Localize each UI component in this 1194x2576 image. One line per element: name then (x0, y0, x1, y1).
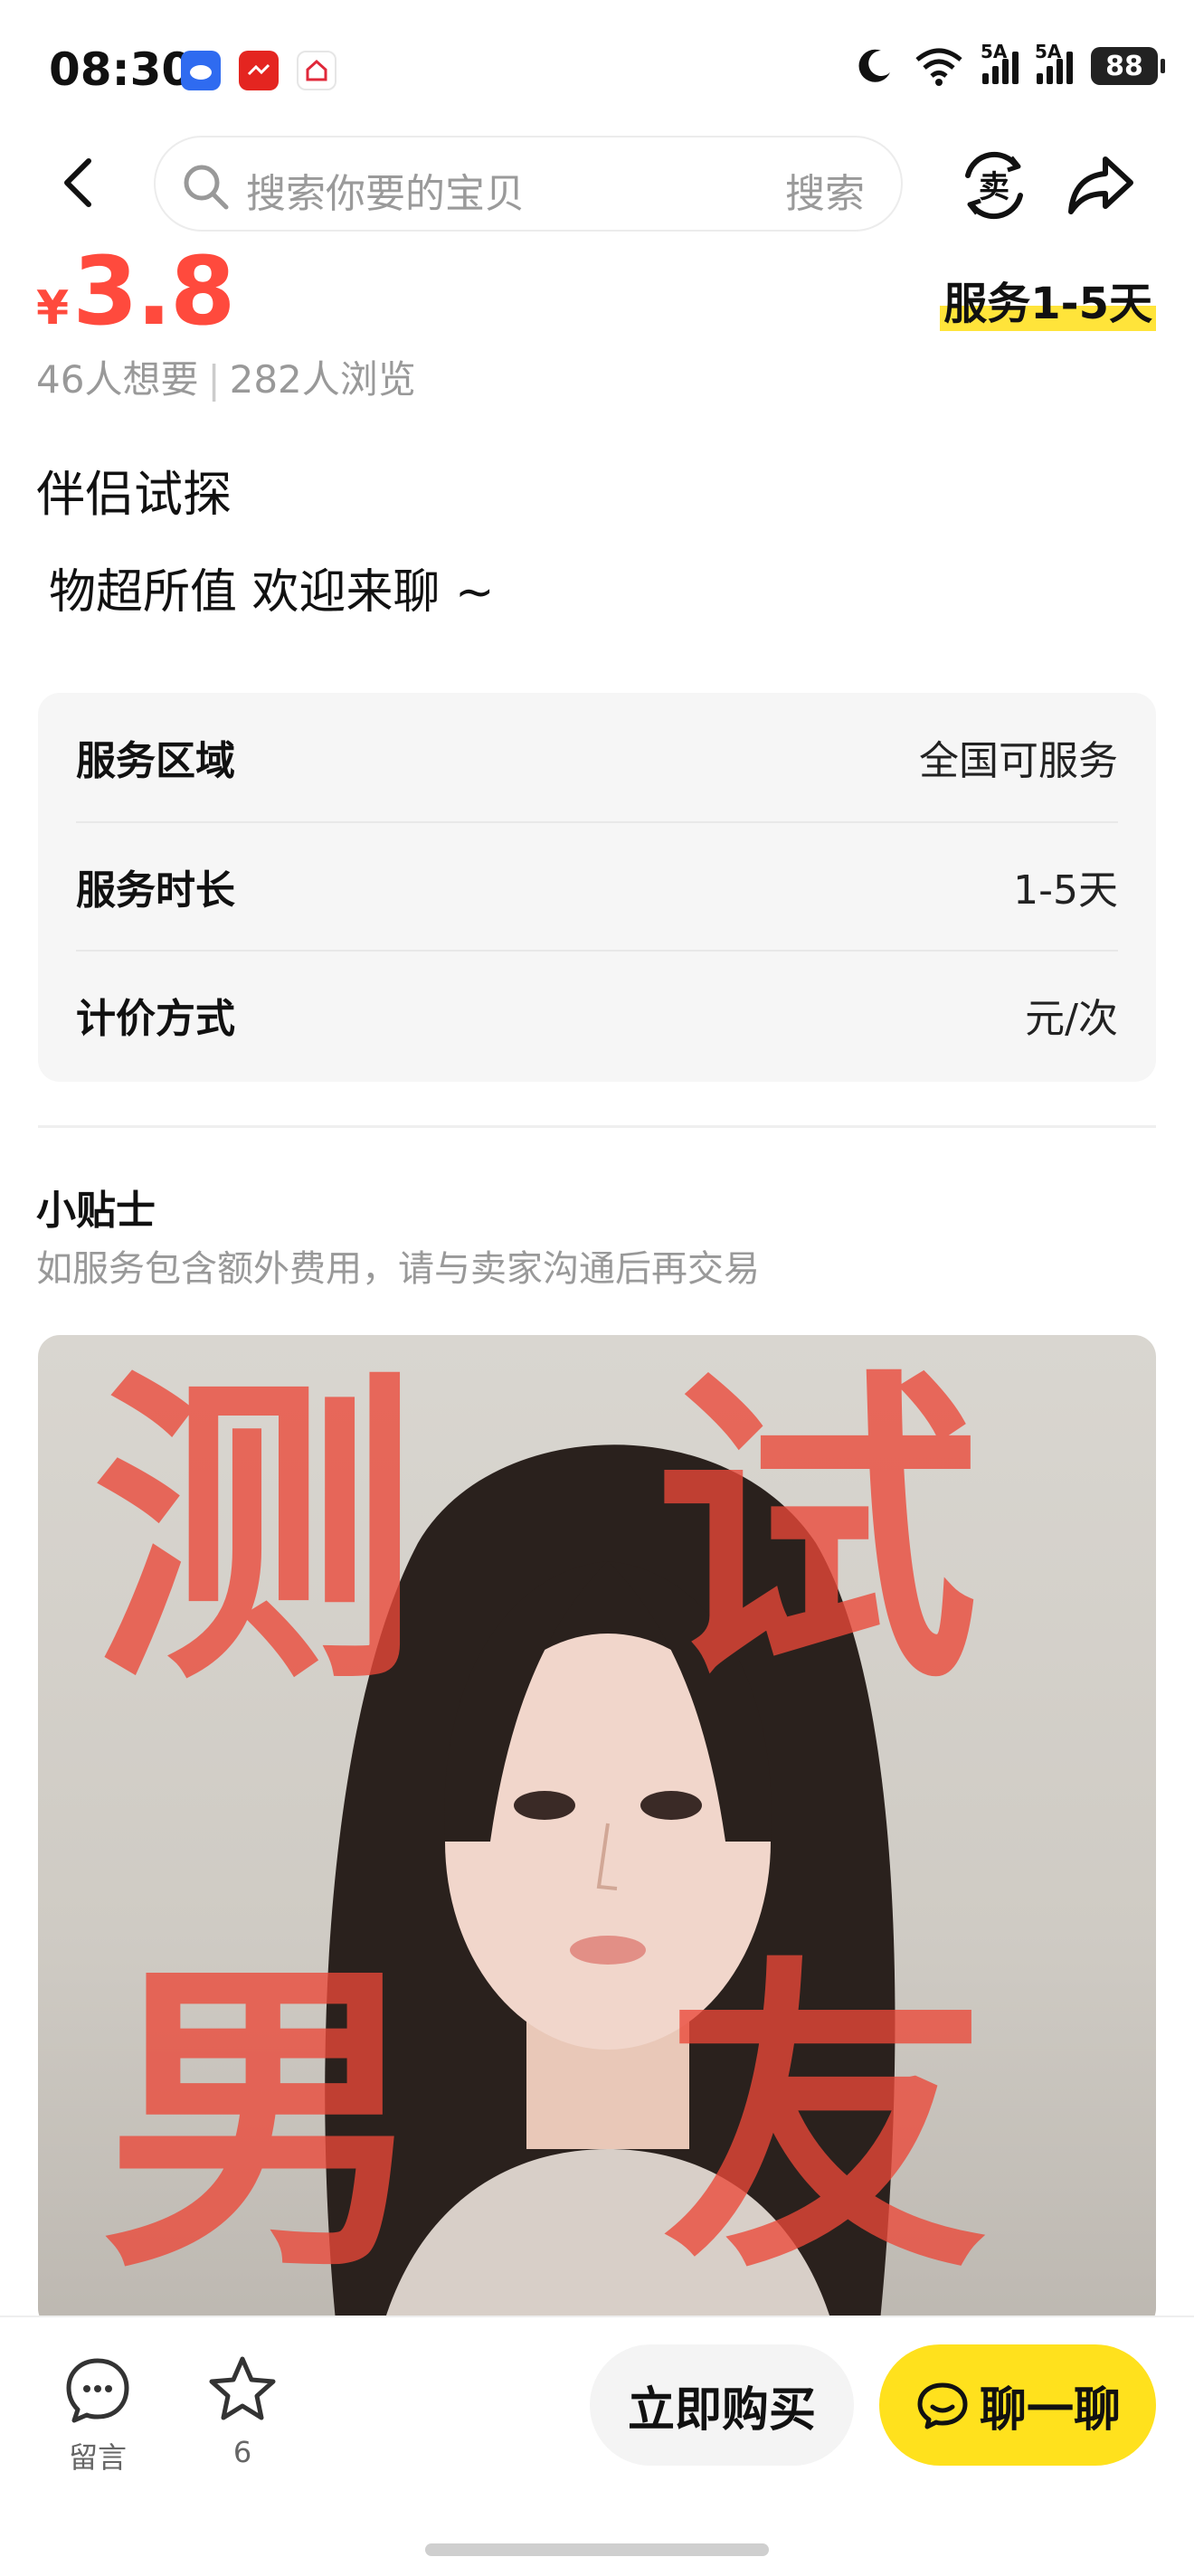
favorite-count: 6 (232, 2435, 252, 2469)
comment-button[interactable]: 留言 (43, 2353, 152, 2477)
home-indicator[interactable] (425, 2543, 769, 2556)
status-bar: 08:30 5A 5A 88 (0, 0, 1194, 136)
comment-label: 留言 (68, 2440, 127, 2475)
signal-icon-2: 5A (1035, 41, 1073, 84)
info-value: 元/次 (1025, 996, 1118, 1042)
watermark-char: 友 (662, 1932, 988, 2311)
battery-icon: 88 (1091, 47, 1165, 85)
chat-button[interactable]: 聊一聊 (879, 2344, 1156, 2466)
share-icon[interactable] (1067, 154, 1134, 217)
moon-icon (858, 49, 890, 82)
notification-icons (181, 51, 336, 90)
info-value: 1-5天 (1013, 867, 1118, 914)
tips-title: 小贴士 (36, 1188, 156, 1234)
service-info-card: 服务区域 全国可服务 服务时长 1-5天 计价方式 元/次 (38, 693, 1156, 1082)
tips-text: 如服务包含额外费用，请与卖家沟通后再交易 (36, 1248, 760, 1290)
search-icon (184, 165, 229, 210)
info-key: 计价方式 (76, 996, 235, 1042)
info-row-pricing: 计价方式 元/次 (76, 950, 1118, 1078)
watermark-char: 试 (653, 1344, 979, 1723)
status-time: 08:30 (49, 43, 194, 96)
views-count: 282人浏览 (229, 357, 416, 402)
product-title: 伴侣试探 (36, 466, 232, 523)
product-stats: 46人想要 | 282人浏览 (36, 357, 416, 402)
watermark-char: 测 (92, 1344, 418, 1723)
svg-text:卖: 卖 (979, 169, 1009, 205)
info-key: 服务时长 (76, 867, 235, 914)
price-value: 3.8 (72, 236, 235, 346)
bottom-action-bar: 留言 6 立即购买 聊一聊 (0, 2316, 1194, 2576)
section-divider (38, 1125, 1156, 1128)
info-key: 服务区域 (76, 738, 235, 784)
buy-now-button[interactable]: 立即购买 (590, 2344, 854, 2466)
cloud-app-icon (181, 51, 221, 90)
red-app-icon (239, 51, 279, 90)
chat-icon (917, 2382, 968, 2429)
price: ¥ 3.8 (36, 236, 235, 346)
wants-count: 46人想要 (36, 357, 199, 402)
info-row-duration: 服务时长 1-5天 (76, 821, 1118, 950)
top-nav: 搜索你要的宝贝 搜索 卖 (0, 136, 1194, 235)
wifi-icon (915, 48, 962, 86)
product-photo[interactable]: 测 试 男 友 (38, 1335, 1156, 2330)
signal-icon-1: 5A (981, 41, 1019, 84)
star-icon (209, 2356, 276, 2420)
system-icons: 5A 5A 88 (854, 41, 1165, 87)
product-description: 物超所值 欢迎来聊 ~ (49, 565, 495, 620)
chat-label: 聊一聊 (979, 2382, 1121, 2438)
currency-symbol: ¥ (36, 281, 70, 336)
info-value: 全国可服务 (919, 738, 1118, 784)
watermark-char: 男 (101, 1932, 427, 2311)
home-app-icon (297, 51, 336, 90)
comment-icon (66, 2358, 129, 2423)
service-badge: 服务1-5天 (940, 268, 1156, 331)
sell-icon[interactable]: 卖 (957, 148, 1031, 223)
search-placeholder: 搜索你要的宝贝 (246, 171, 525, 217)
info-row-area: 服务区域 全国可服务 (76, 693, 1118, 821)
favorite-button[interactable]: 6 (188, 2353, 297, 2469)
search-input[interactable]: 搜索你要的宝贝 搜索 (154, 136, 903, 232)
search-button[interactable]: 搜索 (785, 161, 865, 219)
back-arrow-icon[interactable] (52, 156, 107, 210)
